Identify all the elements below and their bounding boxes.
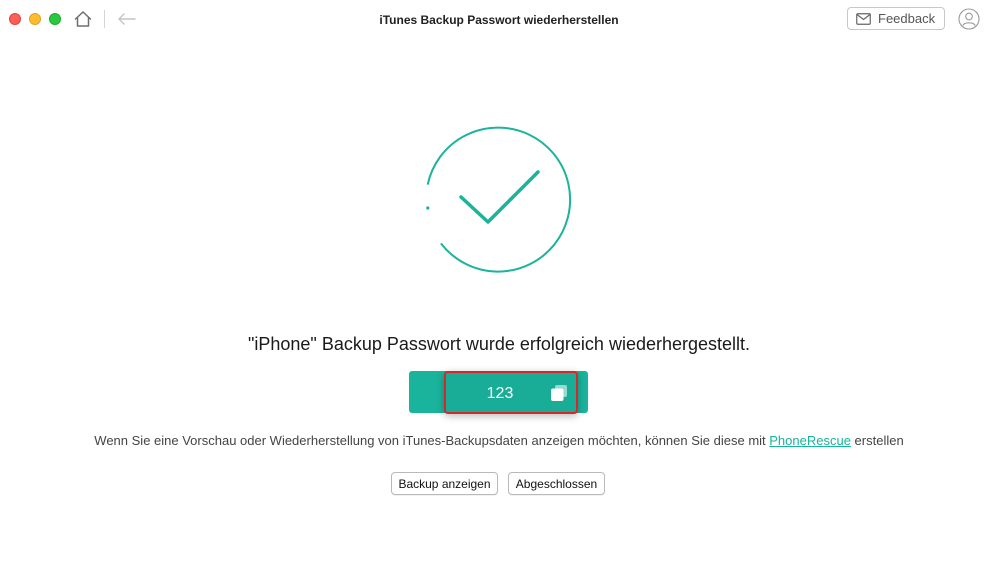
user-icon[interactable] xyxy=(958,8,980,30)
phonerescue-link[interactable]: PhoneRescue xyxy=(769,433,851,448)
copy-icon[interactable] xyxy=(550,384,568,402)
info-text-after: erstellen xyxy=(850,433,904,448)
password-field[interactable]: 123 xyxy=(444,371,578,414)
password-value: 123 xyxy=(486,385,514,402)
info-text-before: Wenn Sie eine Vorschau oder Wiederherste… xyxy=(94,433,770,448)
feedback-label: Feedback xyxy=(878,11,936,26)
checkmark-circle-icon xyxy=(426,126,572,273)
show-backup-button[interactable]: Backup anzeigen xyxy=(391,472,498,495)
mail-icon xyxy=(856,12,871,25)
app-window: iTunes Backup Passwort wiederherstellen … xyxy=(0,0,998,577)
title-bar: iTunes Backup Passwort wiederherstellen … xyxy=(0,0,998,40)
feedback-button[interactable]: Feedback xyxy=(847,7,945,30)
info-text: Wenn Sie eine Vorschau oder Wiederherste… xyxy=(0,433,998,448)
done-button[interactable]: Abgeschlossen xyxy=(508,472,605,495)
success-headline: "iPhone" Backup Passwort wurde erfolgrei… xyxy=(247,334,751,354)
